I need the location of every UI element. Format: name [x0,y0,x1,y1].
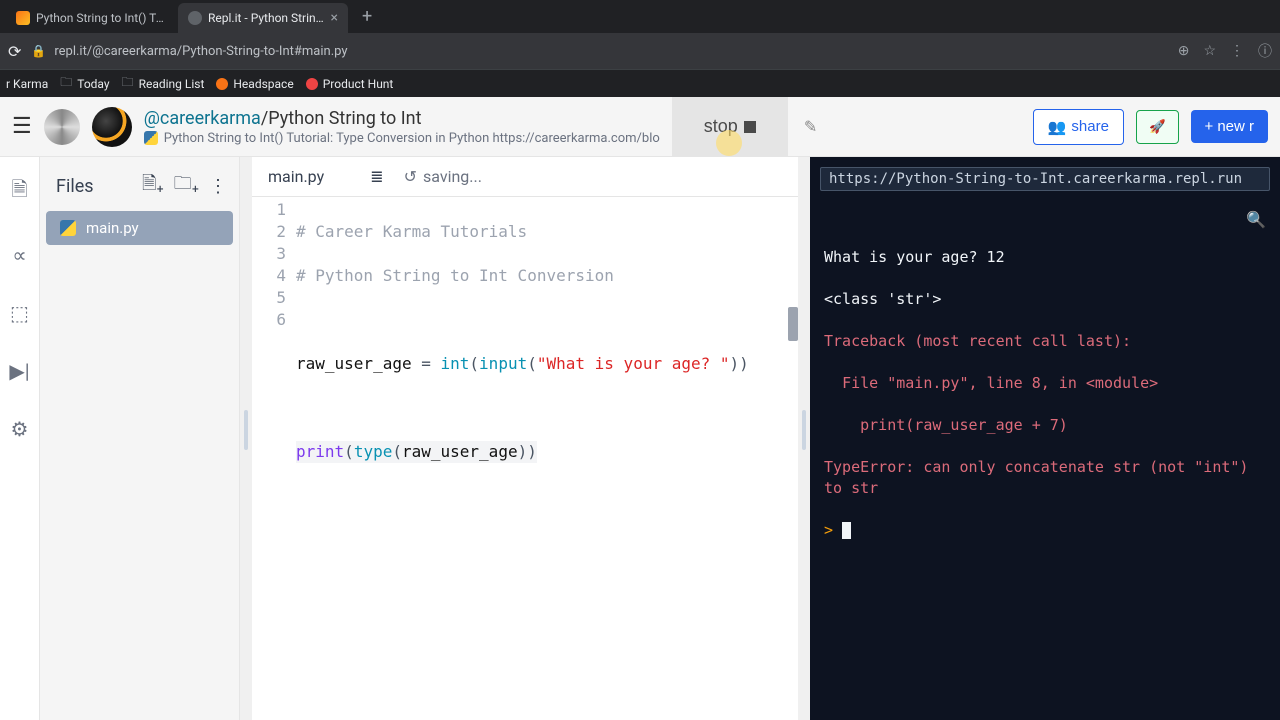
editor-tabs: main.py ≣ ↺ saving... [252,157,798,197]
url-field[interactable]: 🔒 repl.it/@careerkarma/Python-String-to-… [31,44,1167,59]
browser-chrome: Python String to Int() Tutorial: Ty Repl… [0,0,1280,97]
project-name: Python String to Int [268,108,421,129]
console-output[interactable]: 🔍 What is your age? 12 <class 'str'> Tra… [810,201,1280,720]
tab-title: Repl.it - Python String to Int [208,11,325,25]
project-info: @careerkarma/Python String to Int Python… [144,108,660,146]
reload-icon[interactable]: ⟳ [8,42,21,61]
new-repl-button[interactable]: + new r [1191,110,1268,143]
bookmark-item[interactable]: 🗀Reading List [122,73,205,94]
left-sidebar: 🗎 ∝ ⬚ ▶| ⚙ [0,157,40,720]
favicon-icon [16,11,30,25]
app-header: ☰ @careerkarma/Python String to Int Pyth… [0,97,1280,157]
bookmark-item[interactable]: Product Hunt [306,77,394,91]
packages-icon[interactable]: ⬚ [10,301,29,325]
edit-icon[interactable]: ✎ [804,117,817,136]
console-url[interactable]: https://Python-String-to-Int.careerkarma… [820,167,1270,191]
format-icon[interactable]: ≣ [370,167,383,186]
code-content[interactable]: # Career Karma Tutorials # Python String… [296,199,798,720]
tab-label: main.py [268,167,324,186]
folder-icon: 🗀 [60,73,72,94]
addr-actions: ⊕ ☆ ⋮ ⓘ [1178,41,1272,61]
pane-divider[interactable] [798,157,810,720]
share-button[interactable]: 👥 share [1033,109,1124,145]
project-owner[interactable]: @careerkarma [144,108,261,129]
bookmark-item[interactable]: r Karma [6,77,48,91]
boost-button[interactable]: 🚀 [1136,110,1179,144]
drag-handle-icon[interactable] [802,410,806,450]
plus-icon: + [1205,118,1214,135]
replit-logo-icon[interactable] [44,109,80,145]
bookmark-item[interactable]: 🗀Today [60,73,109,94]
zoom-icon[interactable]: ⊕ [1178,43,1190,59]
dot-icon [306,78,318,90]
star-icon[interactable]: ☆ [1203,43,1216,59]
browser-tab-2[interactable]: Repl.it - Python String to Int × [178,3,348,33]
debug-icon[interactable]: ▶| [9,359,29,383]
app-body: 🗎 ∝ ⬚ ▶| ⚙ Files 🗎₊ 🗀₊ ⋮ main.py [0,157,1280,720]
file-name: main.py [86,219,139,237]
bookmark-item[interactable]: Headspace [216,77,293,91]
cursor-icon [842,522,851,539]
share-icon: 👥 [1048,118,1067,136]
version-icon[interactable]: ∝ [12,243,26,267]
info-icon[interactable]: ⓘ [1258,41,1272,61]
rocket-icon: 🚀 [1149,119,1166,134]
replit-app: ☰ @careerkarma/Python String to Int Pyth… [0,97,1280,720]
url-text: repl.it/@careerkarma/Python-String-to-In… [54,44,347,59]
python-icon [60,220,76,236]
prompt-icon: > [824,521,833,539]
file-panel: Files 🗎₊ 🗀₊ ⋮ main.py [40,157,240,720]
stop-button[interactable]: stop [672,97,788,156]
avatar[interactable] [92,107,132,147]
close-icon[interactable]: × [331,10,338,26]
files-label: Files [56,176,94,197]
bookmark-bar: r Karma 🗀Today 🗀Reading List Headspace P… [0,69,1280,97]
extension-icon[interactable]: ⋮ [1230,43,1244,59]
tab-strip: Python String to Int() Tutorial: Ty Repl… [0,0,1280,33]
pane-divider[interactable] [240,157,252,720]
tab-title: Python String to Int() Tutorial: Ty [36,11,166,25]
breadcrumb: @careerkarma/Python String to Int [144,108,660,129]
settings-icon[interactable]: ⚙ [11,417,29,441]
scrollbar[interactable] [788,307,798,341]
console-pane: https://Python-String-to-Int.careerkarma… [810,157,1280,720]
search-icon[interactable]: 🔍 [1246,209,1266,230]
menu-icon[interactable]: ☰ [12,114,32,139]
files-icon[interactable]: 🗎 [11,175,27,209]
lock-icon: 🔒 [31,44,46,58]
dot-icon [216,78,228,90]
new-tab-button[interactable]: + [350,6,384,27]
editor-tab-main-py[interactable]: main.py [252,157,340,196]
new-folder-icon[interactable]: 🗀₊ [174,171,199,201]
line-gutter: 1 2 3 4 5 6 [252,199,296,720]
folder-icon: 🗀 [122,73,134,94]
stop-icon [744,121,756,133]
python-icon [144,131,158,145]
project-description: Python String to Int() Tutorial: Type Co… [144,131,660,146]
history-icon: ↺ [404,167,417,186]
file-item-main-py[interactable]: main.py [46,211,233,245]
saving-indicator: ↺ saving... [404,167,482,186]
file-panel-header: Files 🗎₊ 🗀₊ ⋮ [40,157,239,211]
browser-tab-1[interactable]: Python String to Int() Tutorial: Ty [6,3,176,33]
favicon-icon [188,11,202,25]
new-file-icon[interactable]: 🗎₊ [142,171,164,201]
drag-handle-icon[interactable] [244,410,248,450]
more-icon[interactable]: ⋮ [209,176,227,197]
address-bar: ⟳ 🔒 repl.it/@careerkarma/Python-String-t… [0,33,1280,69]
editor-pane: main.py ≣ ↺ saving... 1 2 3 4 5 6 # Care… [252,157,798,720]
code-editor[interactable]: 1 2 3 4 5 6 # Career Karma Tutorials # P… [252,197,798,720]
